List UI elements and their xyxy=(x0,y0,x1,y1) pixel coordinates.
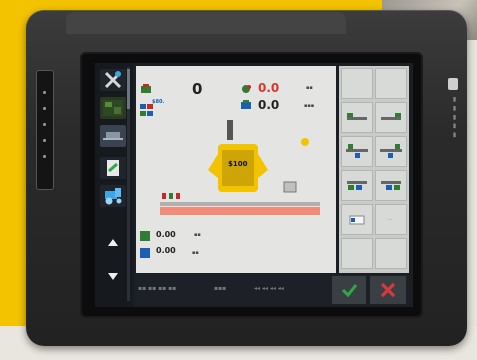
softkey-1[interactable] xyxy=(341,68,373,99)
map-icon xyxy=(103,100,123,116)
triangle-down-icon xyxy=(108,273,118,280)
bottom-readout-1: 0.00 xyxy=(156,230,176,239)
checkmark-icon xyxy=(341,284,358,298)
status-segment-left: ▪▪ ▪▪ ▪▪ ▪▪ xyxy=(138,285,177,292)
softkey-more[interactable]: ··· xyxy=(375,204,407,235)
flow-unit: ▪▪▪ xyxy=(304,103,315,109)
ok-button[interactable] xyxy=(332,276,366,304)
bottom-status-bar: ▪▪ ▪▪ ▪▪ ▪▪ ▪▪▪ ◂◂ ◂◂ ◂◂ ◂◂ xyxy=(136,275,409,305)
softkey-9[interactable] xyxy=(341,238,373,269)
flow-value: 0.0 xyxy=(258,98,280,112)
status-segment-mid: ▪▪▪ xyxy=(214,285,227,292)
bottom-unit-1: ▪▪ xyxy=(194,232,201,238)
bottom-readout-2: 0.00 xyxy=(156,246,176,255)
strip-dot xyxy=(43,107,46,110)
settings-tools-button[interactable] xyxy=(100,69,126,91)
brand-badge: ▮ ▮ ▮ ▮ ▮ xyxy=(446,72,460,146)
softkey-boom-right[interactable] xyxy=(375,102,407,133)
scroll-down-button[interactable] xyxy=(100,265,126,287)
section-valve-icon xyxy=(346,144,368,158)
terminal-top-lip xyxy=(66,12,346,34)
rate-icon xyxy=(242,85,251,93)
sprayer-icon xyxy=(103,132,123,140)
map-view-button[interactable] xyxy=(100,97,126,119)
sprayer-work-screen: 0 $80. 0.0 ▪▪ 0.0 ▪▪▪ $100 0.00 ▪▪ 0.00 … xyxy=(136,66,336,273)
strip-dot xyxy=(43,139,46,142)
tools-icon xyxy=(104,71,122,89)
strip-dot xyxy=(43,91,46,94)
application-rate-icon xyxy=(140,231,150,241)
sprayer-graphic xyxy=(160,120,320,215)
tractor-button[interactable] xyxy=(100,185,126,207)
close-icon xyxy=(380,282,396,298)
softkey-cab[interactable] xyxy=(341,204,373,235)
boom-right-icon xyxy=(381,113,401,120)
counter-value: 0 xyxy=(192,80,203,98)
cab-icon xyxy=(349,215,365,225)
softkey-section-2[interactable] xyxy=(375,136,407,167)
sprayer-mast xyxy=(227,120,233,140)
tank-icon xyxy=(141,84,151,93)
flow-icon xyxy=(241,100,251,109)
softkey-section-1[interactable] xyxy=(341,136,373,167)
more-dots: ··· xyxy=(387,217,393,224)
softkey-section-4[interactable] xyxy=(375,170,407,201)
rate-value: 0.0 xyxy=(258,81,280,95)
logo-icon xyxy=(448,78,458,90)
softkey-section-3[interactable] xyxy=(341,170,373,201)
boom-coverage xyxy=(160,207,320,215)
area-icon xyxy=(140,248,150,258)
strip-dot xyxy=(43,155,46,158)
triangle-up-icon xyxy=(108,239,118,246)
softkey-panel: ··· xyxy=(339,66,409,273)
softkey-2[interactable] xyxy=(375,68,407,99)
strip-dot xyxy=(43,123,46,126)
tractor-icon xyxy=(105,188,122,205)
boom-left-icon xyxy=(347,113,367,120)
section-status-icon xyxy=(140,104,153,116)
brand-mark: ▮ ▮ ▮ ▮ ▮ xyxy=(451,96,458,139)
softkey-boom-left[interactable] xyxy=(341,102,373,133)
sprayer-selected-button[interactable] xyxy=(100,125,126,147)
scrollbar-thumb[interactable] xyxy=(127,69,130,109)
left-function-bar xyxy=(95,63,133,307)
document-icon xyxy=(107,160,119,176)
boom-bar xyxy=(160,202,320,206)
cancel-button[interactable] xyxy=(370,276,406,304)
status-segment-right: ◂◂ ◂◂ ◂◂ ◂◂ xyxy=(254,285,284,292)
section-valve-icon xyxy=(380,144,402,158)
documentation-button[interactable] xyxy=(100,157,126,179)
softkey-10[interactable] xyxy=(375,238,407,269)
bottom-unit-2: ▪▪ xyxy=(192,250,199,256)
scroll-up-button[interactable] xyxy=(100,231,126,253)
display-screen: 0 $80. 0.0 ▪▪ 0.0 ▪▪▪ $100 0.00 ▪▪ 0.00 … xyxy=(95,63,413,307)
nozzle-icon xyxy=(381,181,401,190)
left-control-strip[interactable] xyxy=(36,70,54,190)
tank-label: $100 xyxy=(228,160,248,168)
nozzle-icon xyxy=(347,181,367,190)
function-bar-scrollbar[interactable] xyxy=(127,67,130,301)
rate-unit: ▪▪ xyxy=(306,85,313,91)
